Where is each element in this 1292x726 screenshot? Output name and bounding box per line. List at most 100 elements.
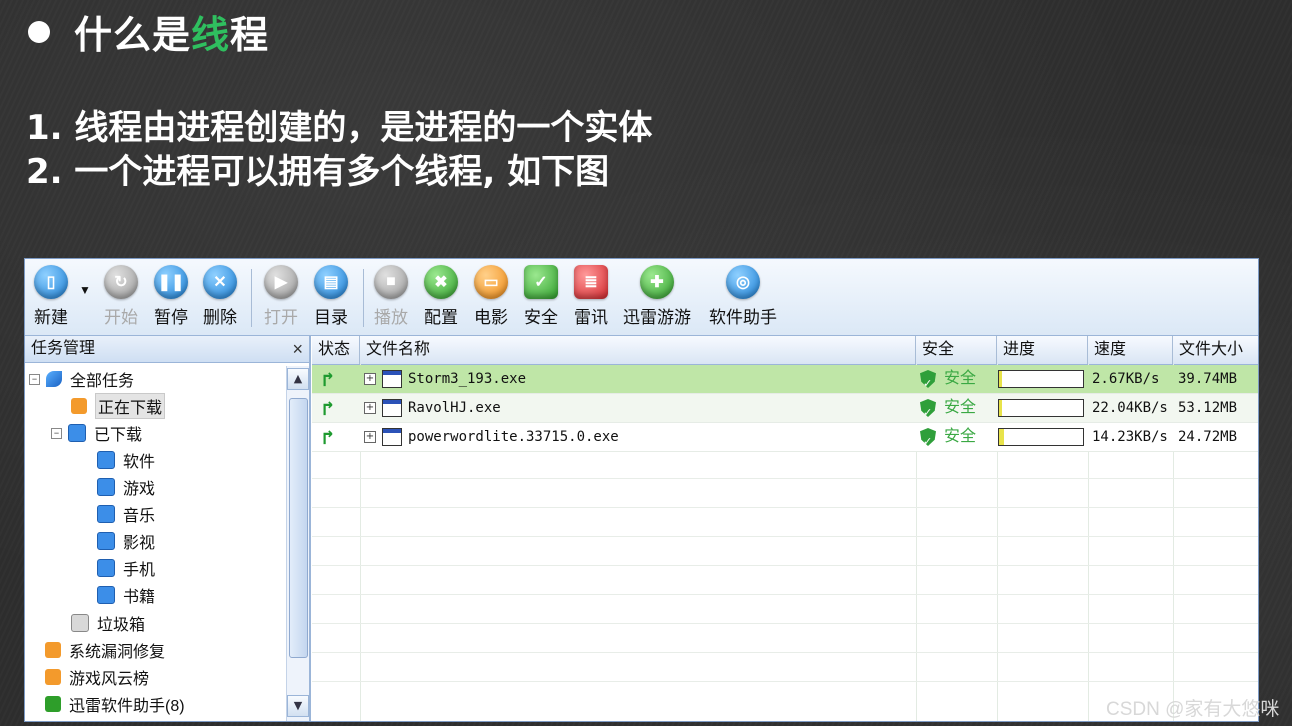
news-button[interactable]: ≣ 雷讯 [571,265,611,328]
tree-item-patch[interactable]: 系统漏洞修复 [45,639,165,661]
games-label: 迅雷游游 [623,308,691,327]
col-filename[interactable]: 文件名称 [360,336,916,364]
download-icon [71,398,87,414]
col-safety[interactable]: 安全 [916,336,997,364]
col-progress[interactable]: 进度 [997,336,1088,364]
start-icon: ↻ [104,265,138,299]
play-button[interactable]: ■ 播放 [371,265,411,328]
bullet-icon [28,20,50,43]
grid-line [312,536,1258,537]
tree-label: 全部任务 [70,373,135,390]
col-size[interactable]: 文件大小 [1173,336,1258,364]
tree-item-trash[interactable]: 垃圾箱 [71,612,145,634]
downloading-arrow-icon: ↱ [322,367,335,391]
checkbox-icon [68,424,86,442]
tree-label: 影视 [123,535,156,552]
grid-line [312,478,1258,479]
tools-icon: ✖ [424,265,458,299]
directory-button[interactable]: ▤ 目录 [311,265,351,328]
software-helper-icon: ◎ [726,265,760,299]
directory-label: 目录 [314,308,348,327]
table-row[interactable]: ↱ + RavolHJ.exe 安全 2.4% 22.04KB/s 53.12M… [312,394,1258,423]
tree-item-soft-helper[interactable]: 迅雷软件助手(8) [45,693,185,715]
tree-item-downloaded[interactable]: − 已下载 [51,422,142,444]
pause-button[interactable]: ❚❚ 暂停 [151,265,191,328]
file-size: 24.72MB [1178,429,1238,445]
trash-icon [71,614,89,632]
new-button[interactable]: ▯ 新建 [31,265,71,328]
grid-line [312,565,1258,566]
shield-icon: ✓ [524,265,558,299]
pause-icon: ❚❚ [154,265,188,299]
grid-line [312,652,1258,653]
title-highlight: 线 [191,13,231,57]
pause-label: 暂停 [154,308,188,327]
folder-icon: ▤ [314,265,348,299]
speed: 2.67KB/s [1092,371,1160,387]
downloading-arrow-icon: ↱ [322,425,335,449]
new-dropdown-button[interactable]: ▼ [79,283,91,297]
helper-button[interactable]: ◎ 软件助手 [707,265,779,328]
safety-label: 安全 [944,428,977,445]
delete-button[interactable]: ✕ 删除 [200,265,240,328]
slide-point-2: 2. 一个进程可以拥有多个线程, 如下图 [26,152,610,192]
checkbox-icon [97,478,115,496]
video-camera-icon: ■ [374,265,408,299]
helper-label: 软件助手 [709,308,777,327]
slide-title: 什么是线程 [28,4,269,59]
sidebar-scrollbar[interactable]: ▲ ▼ [286,366,309,721]
downloading-arrow-icon: ↱ [322,396,335,420]
table-row[interactable]: ↱ + powerwordlite.33715.0.exe 安全 5.2% 14… [312,423,1258,452]
collapse-icon[interactable]: − [29,373,40,385]
tree-item-game-rank[interactable]: 游戏风云榜 [45,666,149,688]
tree-item-books[interactable]: 书籍 [97,584,155,606]
tree-label: 游戏风云榜 [69,671,150,688]
shield-icon [920,370,936,388]
safety-status: 安全 [920,394,976,422]
exe-file-icon [382,370,402,388]
tree-item-software[interactable]: 软件 [97,449,155,471]
col-speed[interactable]: 速度 [1088,336,1173,364]
expand-icon[interactable]: + [364,402,376,414]
table-row[interactable]: ↱ + Storm3_193.exe 安全 0.4% 2.67KB/s 39.7… [312,365,1258,394]
collapse-icon[interactable]: − [51,427,62,439]
task-list: 状态 文件名称 安全 进度 速度 文件大小 ↱ + Storm3_193.exe… [312,336,1258,721]
expand-icon[interactable]: + [364,431,376,443]
speed: 14.23KB/s [1092,429,1168,445]
safety-label: 安全 [944,399,977,416]
tree-item-downloading[interactable]: 正在下载 [71,393,166,419]
tree-item-music[interactable]: 音乐 [97,503,155,525]
gamepad-icon: ✚ [640,265,674,299]
grid-line [312,594,1258,595]
col-status[interactable]: 状态 [312,336,360,364]
file-size: 39.74MB [1178,371,1238,387]
expand-icon[interactable]: + [364,373,376,385]
tree-item-video[interactable]: 影视 [97,530,155,552]
tree-item-all[interactable]: − 全部任务 [29,368,134,390]
config-button[interactable]: ✖ 配置 [421,265,461,328]
open-button[interactable]: ▶ 打开 [261,265,301,328]
scroll-up-icon[interactable]: ▲ [287,368,309,390]
tv-icon: ▭ [474,265,508,299]
play-label: 播放 [374,308,408,327]
start-button[interactable]: ↻ 开始 [101,265,141,328]
progress-text: 5.2% [1023,429,1059,445]
tree-label: 软件 [123,454,156,471]
checkbox-icon [97,532,115,550]
tree-label: 游戏 [123,481,156,498]
speed: 22.04KB/s [1092,400,1168,416]
game-rank-icon [45,669,61,685]
watermark: CSDN @家有大悠咪 [1106,699,1280,720]
tree-item-mobile[interactable]: 手机 [97,557,155,579]
checkbox-icon [97,505,115,523]
movie-button[interactable]: ▭ 电影 [471,265,511,328]
games-button[interactable]: ✚ 迅雷游游 [621,265,693,328]
close-icon[interactable]: × [292,336,303,362]
scroll-thumb[interactable] [289,398,308,658]
sidebar-header: 任务管理 × [25,336,309,363]
exe-file-icon [382,428,402,446]
security-button[interactable]: ✓ 安全 [521,265,561,328]
tree-item-games[interactable]: 游戏 [97,476,155,498]
progress-text: 0.4% [1023,371,1059,387]
scroll-down-icon[interactable]: ▼ [287,695,309,717]
